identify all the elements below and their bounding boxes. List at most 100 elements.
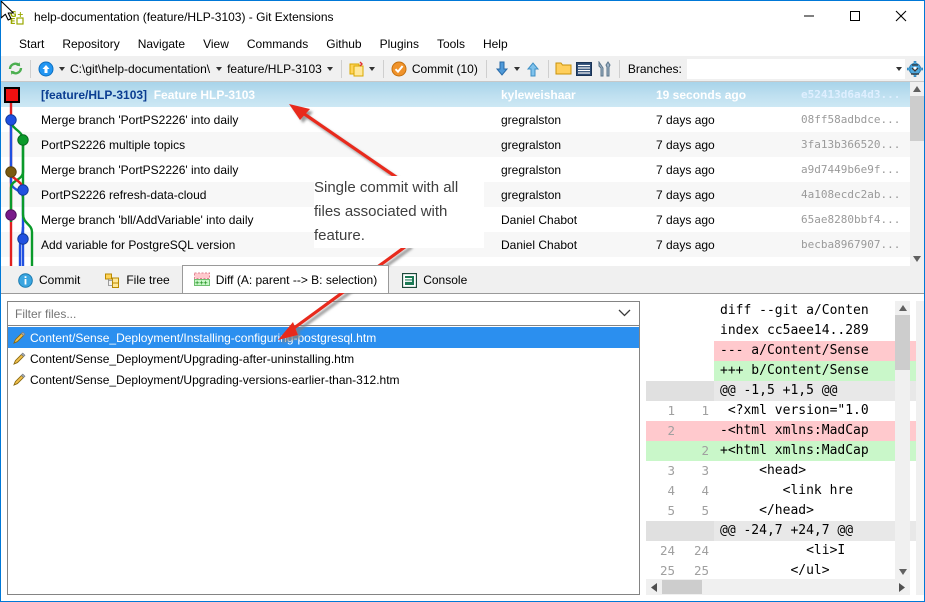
stash-icon[interactable] (347, 59, 367, 79)
commit-date: 7 days ago (656, 187, 715, 202)
commit-message: Merge branch 'PortPS2226' into daily (41, 162, 239, 177)
filter-files-input[interactable] (8, 305, 598, 322)
commit-hash: becba8967907... (801, 238, 901, 251)
git-extensions-icon: G + E (10, 9, 26, 26)
commit-author: gregralston (501, 137, 562, 152)
close-button[interactable] (878, 1, 924, 31)
scroll-up-icon[interactable] (895, 301, 910, 315)
scroll-up-icon[interactable] (910, 82, 924, 96)
changed-files-list[interactable]: Content/Sense_Deployment/Installing-conf… (8, 327, 639, 594)
tab-commit[interactable]: Commit (5, 266, 92, 293)
branch-caret-icon[interactable] (325, 59, 336, 79)
commit-check-icon[interactable] (389, 59, 409, 79)
branch-label[interactable]: feature/HLP-3103 (224, 62, 325, 76)
diff-viewer[interactable]: diff --git a/Conten index cc5aee14..289 … (646, 301, 918, 595)
pull-down-caret-icon[interactable] (512, 59, 523, 79)
file-name: Content/Sense_Deployment/Upgrading-after… (30, 351, 355, 366)
diff-vertical-scrollbar[interactable] (895, 301, 910, 579)
chevron-down-icon[interactable] (618, 308, 631, 320)
tab-file-tree[interactable]: File tree (92, 266, 181, 293)
diff-old-lineno: 2 (646, 421, 680, 441)
stash-caret-icon[interactable] (367, 59, 378, 79)
file-list-item[interactable]: Content/Sense_Deployment/Upgrading-versi… (8, 369, 639, 390)
commit-list-scrollbar[interactable] (910, 82, 924, 266)
menu-item-tools[interactable]: Tools (428, 34, 474, 54)
tab-console[interactable]: Console (389, 266, 479, 293)
commit-row[interactable]: PortPS2226 multiple topics gregralston 7… (1, 132, 910, 157)
commit-hash: 3fa13b366520... (801, 138, 901, 151)
diff-line-text: </head> (720, 503, 814, 518)
tools-icon[interactable] (594, 59, 614, 79)
diff-horizontal-scrollbar[interactable] (646, 579, 910, 595)
diff-line-added: 2 +<html xmlns:MadCap (646, 441, 918, 461)
git-extensions-window: G + E help-documentation (feature/HLP-31… (0, 0, 925, 602)
scroll-left-icon[interactable] (646, 579, 662, 595)
repo-path-caret-icon[interactable] (213, 59, 224, 79)
outer-vertical-scrollbar[interactable] (916, 301, 924, 595)
diff-hunk-header: @@ -24,7 +24,7 @@ (646, 521, 918, 541)
refresh-icon[interactable] (5, 59, 25, 79)
folder-icon[interactable] (554, 59, 574, 79)
branches-combobox[interactable] (686, 58, 905, 79)
commit-row[interactable]: [feature/HLP-3103] Feature HLP-3103 kyle… (1, 82, 910, 107)
file-list-item[interactable]: Content/Sense_Deployment/Upgrading-after… (8, 348, 639, 369)
diff-new-lineno: 5 (701, 503, 709, 518)
minimize-button[interactable] (786, 1, 832, 31)
pull-arrow-up-icon[interactable] (36, 59, 56, 79)
diff-line: index cc5aee14..289 (646, 321, 918, 341)
scroll-down-icon[interactable] (910, 252, 924, 266)
tab-diff[interactable]: +++ Diff (A: parent --> B: selection) (181, 265, 390, 293)
diff-line-text: index cc5aee14..289 (720, 323, 869, 338)
scrollbar-thumb[interactable] (662, 580, 702, 594)
menu-item-repository[interactable]: Repository (53, 34, 128, 54)
diff-new-lineno: 2 (680, 441, 714, 461)
scrollbar-thumb[interactable] (910, 96, 924, 141)
scrollbar-thumb[interactable] (895, 315, 910, 370)
branches-caret-icon[interactable] (894, 59, 905, 79)
diff-new-lineno: 4 (701, 483, 709, 498)
console-icon (401, 272, 417, 288)
diff-new-lineno (680, 301, 714, 321)
pull-dropdown-caret-icon[interactable] (56, 59, 67, 79)
diff-old-lineno: 24 (659, 543, 675, 558)
scroll-right-icon[interactable] (894, 579, 910, 595)
commit-button-label[interactable]: Commit (10) (409, 62, 481, 76)
diff-line-text: <?xml version="1.0 (720, 403, 869, 418)
file-name: Content/Sense_Deployment/Installing-conf… (30, 330, 377, 345)
menu-item-view[interactable]: View (194, 34, 238, 54)
diff-line-text: <head> (720, 463, 807, 478)
file-list-panel: Content/Sense_Deployment/Installing-conf… (7, 301, 640, 595)
toolbar-overflow-icon[interactable] (908, 59, 922, 79)
pull-down-arrow-icon[interactable] (492, 59, 512, 79)
annotation-text: Single commit with all files associated … (314, 176, 484, 248)
pencil-icon (12, 352, 26, 366)
file-list-item[interactable]: Content/Sense_Deployment/Installing-conf… (8, 327, 639, 348)
commit-author: Daniel Chabot (501, 212, 578, 227)
tab-bar: Commit File tree +++ Diff (A: parent -->… (1, 265, 924, 294)
scroll-down-icon[interactable] (895, 565, 910, 579)
commit-hash: 4a108ecdc2ab... (801, 188, 901, 201)
diff-line: diff --git a/Conten (646, 301, 918, 321)
commit-hash: 08ff58adbdce... (801, 113, 901, 126)
menu-bar: Start Repository Navigate View Commands … (1, 32, 924, 56)
commit-row[interactable]: Merge branch 'PortPS2226' into daily gre… (1, 107, 910, 132)
diff-new-lineno: 25 (693, 563, 709, 578)
menu-item-navigate[interactable]: Navigate (129, 34, 194, 54)
push-up-arrow-icon[interactable] (523, 59, 543, 79)
tab-console-label: Console (423, 273, 468, 287)
diff-line-text: -<html xmlns:MadCap (714, 421, 918, 441)
menu-item-help[interactable]: Help (474, 34, 517, 54)
diff-line: 5 5 </head> (646, 501, 918, 521)
diff-line: 25 25 </ul> (646, 561, 918, 581)
diff-line: +++ b/Content/Sense (646, 361, 918, 381)
menu-item-start[interactable]: Start (10, 34, 53, 54)
menu-item-plugins[interactable]: Plugins (371, 34, 428, 54)
repo-path-label[interactable]: C:\git\help-documentation\ (67, 62, 213, 76)
diff-old-lineno (646, 381, 680, 401)
branches-label: Branches: (627, 61, 682, 76)
menu-item-github[interactable]: Github (317, 34, 370, 54)
menu-item-commands[interactable]: Commands (238, 34, 317, 54)
maximize-button[interactable] (832, 1, 878, 31)
filter-files-box[interactable] (8, 302, 639, 326)
terminal-icon[interactable] (574, 59, 594, 79)
